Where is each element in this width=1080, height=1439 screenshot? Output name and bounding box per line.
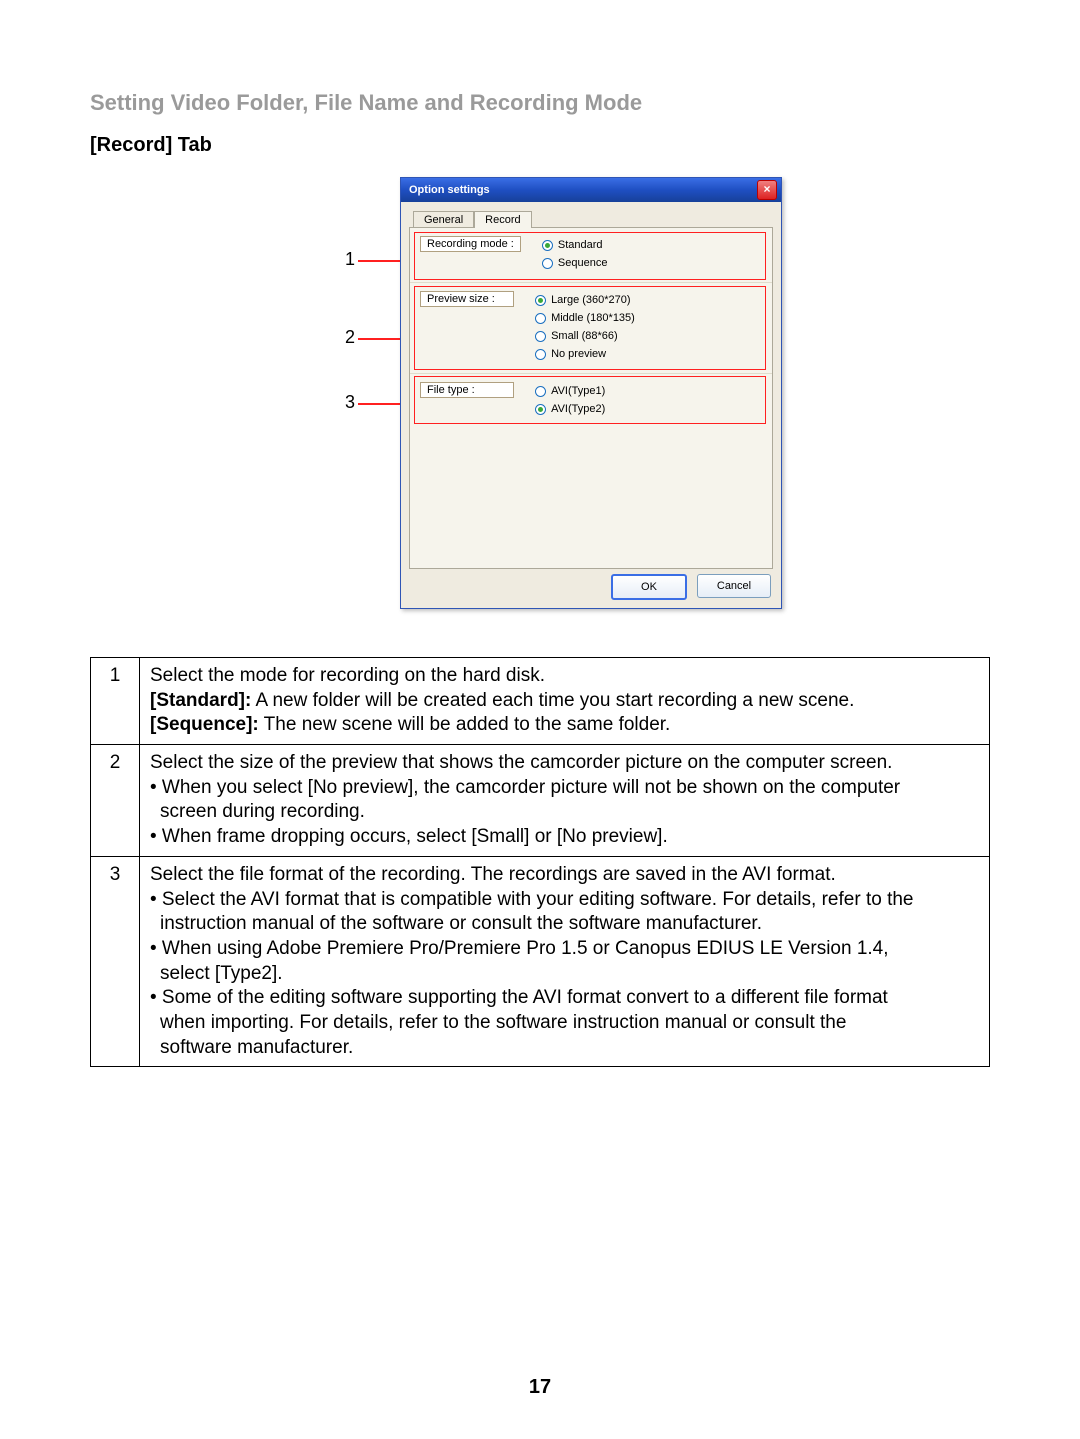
row-text: Select the file format of the recording.… [140, 856, 990, 1067]
radio-sequence-label: Sequence [558, 257, 608, 269]
radio-avi-type1[interactable] [535, 386, 546, 397]
callout-2: 2 [345, 327, 355, 348]
table-row: 2 Select the size of the preview that sh… [91, 745, 990, 857]
table-row: 3 Select the file format of the recordin… [91, 856, 990, 1067]
option-settings-dialog: Option settings × General Record Recordi… [400, 177, 782, 609]
radio-preview-large[interactable] [535, 295, 546, 306]
row-num: 2 [91, 745, 140, 857]
radio-avi-type1-label: AVI(Type1) [551, 385, 605, 397]
dialog-screenshot: 1 2 3 Option settings × General Record R… [260, 177, 820, 617]
callout-3: 3 [345, 392, 355, 413]
callout-1: 1 [345, 249, 355, 270]
description-table: 1 Select the mode for recording on the h… [90, 657, 990, 1067]
label-file-type: File type : [420, 382, 514, 398]
close-icon[interactable]: × [757, 180, 777, 200]
dialog-titlebar: Option settings × [401, 178, 781, 202]
radio-preview-middle-label: Middle (180*135) [551, 312, 635, 324]
group-file-type: File type : AVI(Type1) AVI(Type2) [410, 374, 772, 428]
row-text: Select the size of the preview that show… [140, 745, 990, 857]
dialog-title: Option settings [409, 178, 490, 202]
tab-record[interactable]: Record [474, 211, 531, 228]
radio-preview-middle[interactable] [535, 313, 546, 324]
radio-preview-small-label: Small (88*66) [551, 330, 618, 342]
radio-standard[interactable] [542, 240, 553, 251]
row-num: 1 [91, 658, 140, 745]
group-recording-mode: Recording mode : Standard Sequence [410, 228, 772, 283]
radio-avi-type2[interactable] [535, 404, 546, 415]
radio-sequence[interactable] [542, 258, 553, 269]
radio-preview-none-label: No preview [551, 348, 606, 360]
page-number: 17 [0, 1376, 1080, 1399]
group-preview-size: Preview size : Large (360*270) Middle (1… [410, 283, 772, 374]
tab-general[interactable]: General [413, 211, 474, 228]
radio-preview-small[interactable] [535, 331, 546, 342]
row-text: Select the mode for recording on the har… [140, 658, 990, 745]
label-preview-size: Preview size : [420, 291, 514, 307]
radio-avi-type2-label: AVI(Type2) [551, 403, 605, 415]
row-num: 3 [91, 856, 140, 1067]
cancel-button[interactable]: Cancel [697, 574, 771, 598]
tab-panel-record: Recording mode : Standard Sequence Prev [409, 227, 773, 569]
ok-button[interactable]: OK [611, 574, 687, 600]
radio-standard-label: Standard [558, 239, 603, 251]
section-title: Setting Video Folder, File Name and Reco… [90, 90, 990, 116]
radio-preview-none[interactable] [535, 349, 546, 360]
table-row: 1 Select the mode for recording on the h… [91, 658, 990, 745]
subsection-title: [Record] Tab [90, 134, 990, 157]
label-recording-mode: Recording mode : [420, 236, 521, 252]
radio-preview-large-label: Large (360*270) [551, 294, 631, 306]
